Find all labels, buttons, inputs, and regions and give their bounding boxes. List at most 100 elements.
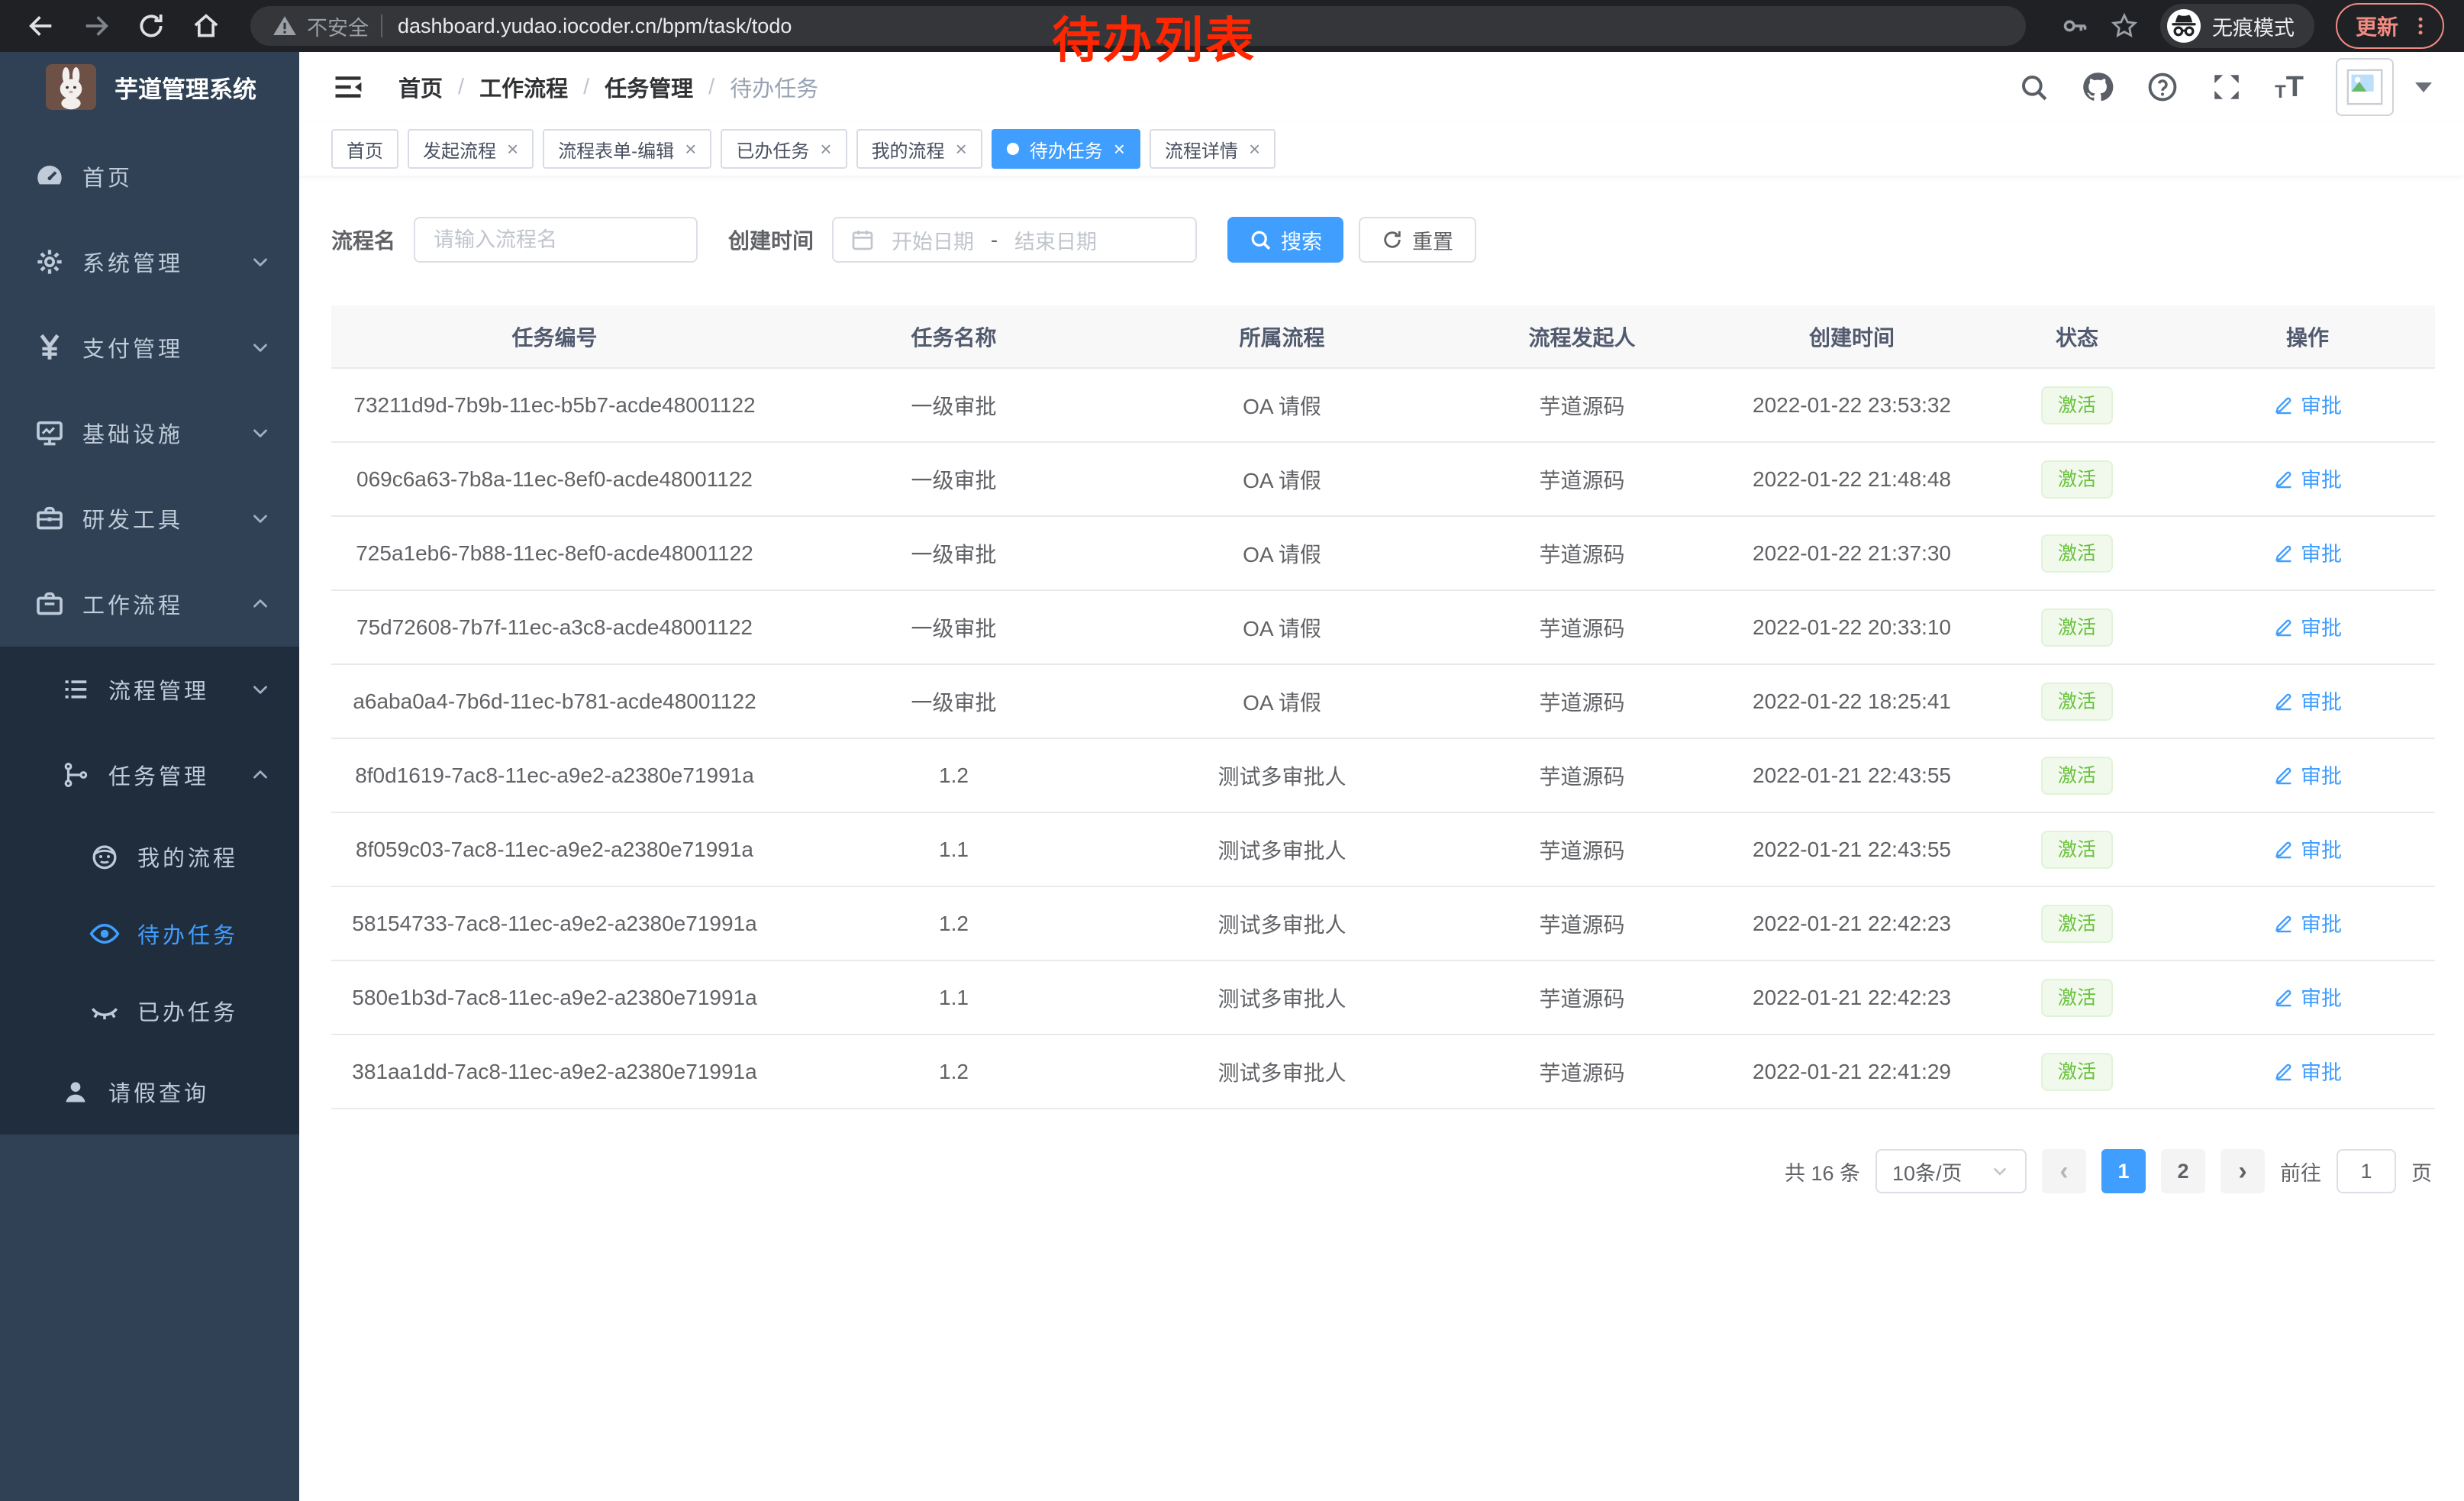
- status-cell: 激活: [1974, 516, 2180, 590]
- tag[interactable]: 首页: [331, 129, 398, 169]
- status-cell: 激活: [1974, 368, 2180, 442]
- chevron-down-icon: [249, 421, 272, 444]
- password-key-icon[interactable]: [2061, 12, 2088, 40]
- starter-cell: 芋道源码: [1434, 960, 1730, 1035]
- approve-link[interactable]: 审批: [2273, 612, 2342, 641]
- reset-button[interactable]: 重置: [1359, 217, 1476, 263]
- process-name-input[interactable]: [414, 217, 698, 263]
- approve-link[interactable]: 审批: [2273, 760, 2342, 789]
- next-page-button[interactable]: ›: [2221, 1149, 2265, 1193]
- tag-close-icon[interactable]: ×: [820, 139, 831, 159]
- column-header: 操作: [2180, 305, 2435, 368]
- starter-cell: 芋道源码: [1434, 516, 1730, 590]
- task-name-cell: 一级审批: [778, 368, 1130, 442]
- task-id-cell: 8f059c03-7ac8-11ec-a9e2-a2380e71991a: [331, 812, 778, 886]
- tag[interactable]: 流程表单-编辑×: [543, 129, 711, 169]
- browser-home-button[interactable]: [185, 5, 227, 47]
- approve-link[interactable]: 审批: [2273, 908, 2342, 938]
- table-row: 580e1b3d-7ac8-11ec-a9e2-a2380e71991a1.1测…: [331, 960, 2435, 1035]
- sidebar-toggle-icon[interactable]: [331, 70, 365, 104]
- bookmark-star-icon[interactable]: [2110, 11, 2139, 40]
- browser-forward-button[interactable]: [75, 5, 118, 47]
- action-cell: 审批: [2180, 1035, 2435, 1109]
- browser-back-button[interactable]: [20, 5, 63, 47]
- approve-link[interactable]: 审批: [2273, 537, 2342, 567]
- chevron-down-icon: [249, 507, 272, 530]
- approve-label: 审批: [2301, 537, 2342, 567]
- tag[interactable]: 流程详情 ×: [1150, 129, 1276, 169]
- breadcrumb-separator: /: [583, 75, 589, 100]
- approve-link[interactable]: 审批: [2273, 1056, 2342, 1086]
- tag[interactable]: 待办任务×: [992, 129, 1140, 169]
- sidebar-item-leave-query[interactable]: 请假查询: [0, 1049, 299, 1135]
- table-body: 73211d9d-7b9b-11ec-b5b7-acde48001122一级审批…: [331, 368, 2435, 1109]
- approve-link[interactable]: 审批: [2273, 686, 2342, 715]
- help-icon[interactable]: [2146, 71, 2179, 103]
- task-id-cell: 58154733-7ac8-11ec-a9e2-a2380e71991a: [331, 886, 778, 960]
- pen-icon: [2273, 394, 2295, 415]
- github-icon[interactable]: [2081, 70, 2114, 104]
- tag[interactable]: 发起流程×: [408, 129, 534, 169]
- tag[interactable]: 已办任务×: [721, 129, 847, 169]
- sidebar-item-task-management[interactable]: 任务管理: [0, 732, 299, 818]
- search-button[interactable]: 搜索: [1227, 217, 1343, 263]
- sidebar-item-todo-tasks[interactable]: 待办任务: [0, 895, 299, 972]
- browser-reload-button[interactable]: [130, 5, 173, 47]
- app-logo-row[interactable]: 芋道管理系统: [0, 52, 299, 122]
- sidebar-submenu: 流程管理任务管理我的流程待办任务已办任务请假查询: [0, 647, 299, 1135]
- search-button-label: 搜索: [1281, 225, 1322, 255]
- tag-label: 我的流程: [872, 136, 945, 163]
- annotation-todo-list-title: 待办列表: [1052, 14, 1256, 67]
- avatar-caret-icon[interactable]: [2415, 82, 2432, 92]
- approve-link[interactable]: 审批: [2273, 463, 2342, 493]
- browser-menu-dots-icon[interactable]: [2409, 15, 2432, 37]
- tag-close-icon[interactable]: ×: [1114, 139, 1125, 159]
- prev-page-button[interactable]: ‹: [2042, 1149, 2086, 1193]
- breadcrumb-home[interactable]: 首页: [398, 71, 443, 103]
- sidebar-item-system-management[interactable]: 系统管理: [0, 219, 299, 305]
- sidebar-item-infrastructure[interactable]: 基础设施: [0, 390, 299, 476]
- tag-close-icon[interactable]: ×: [685, 139, 696, 159]
- gear-icon: [32, 247, 67, 277]
- task-name-cell: 1.2: [778, 886, 1130, 960]
- approve-link[interactable]: 审批: [2273, 389, 2342, 419]
- page-button-1[interactable]: 1: [2101, 1149, 2146, 1193]
- fullscreen-icon[interactable]: [2211, 71, 2243, 103]
- tag-close-icon[interactable]: ×: [1249, 139, 1260, 159]
- sidebar-item-home[interactable]: 首页: [0, 134, 299, 219]
- tag-close-icon[interactable]: ×: [956, 139, 967, 159]
- browser-update-button[interactable]: 更新: [2336, 3, 2444, 49]
- sidebar-item-dev-tools[interactable]: 研发工具: [0, 476, 299, 561]
- tag-label: 流程详情: [1165, 136, 1238, 163]
- tag-close-icon[interactable]: ×: [507, 139, 518, 159]
- sidebar-item-done-tasks[interactable]: 已办任务: [0, 972, 299, 1049]
- sidebar-item-label: 待办任务: [137, 918, 238, 950]
- date-range-picker[interactable]: 开始日期 - 结束日期: [832, 217, 1197, 263]
- avatar[interactable]: [2336, 58, 2394, 116]
- approve-label: 审批: [2301, 982, 2342, 1012]
- table-row: 75d72608-7b7f-11ec-a3c8-acde48001122一级审批…: [331, 590, 2435, 664]
- column-header: 所属流程: [1130, 305, 1434, 368]
- sidebar-item-payment-management[interactable]: 支付管理: [0, 305, 299, 390]
- breadcrumb-workflow[interactable]: 工作流程: [479, 71, 568, 103]
- tag[interactable]: 我的流程 ×: [856, 129, 982, 169]
- search-icon[interactable]: [2018, 72, 2049, 102]
- sidebar-item-my-process[interactable]: 我的流程: [0, 818, 299, 895]
- process-cell: 测试多审批人: [1130, 1035, 1434, 1109]
- approve-link[interactable]: 审批: [2273, 834, 2342, 863]
- end-date-placeholder: 结束日期: [1014, 225, 1097, 255]
- process-cell: 测试多审批人: [1130, 812, 1434, 886]
- font-size-icon[interactable]: TT: [2275, 73, 2304, 102]
- approve-link[interactable]: 审批: [2273, 982, 2342, 1012]
- dashboard-icon: [32, 160, 67, 192]
- sidebar-item-process-management[interactable]: 流程管理: [0, 647, 299, 732]
- status-cell: 激活: [1974, 812, 2180, 886]
- sidebar-item-workflow[interactable]: 工作流程: [0, 561, 299, 647]
- page-button-2[interactable]: 2: [2161, 1149, 2205, 1193]
- table-row: a6aba0a4-7b6d-11ec-b781-acde48001122一级审批…: [331, 664, 2435, 738]
- page-size-select[interactable]: 10条/页: [1875, 1149, 2027, 1193]
- breadcrumb-task-management[interactable]: 任务管理: [605, 71, 693, 103]
- approve-label: 审批: [2301, 389, 2342, 419]
- action-cell: 审批: [2180, 590, 2435, 664]
- goto-page-input[interactable]: [2337, 1149, 2396, 1193]
